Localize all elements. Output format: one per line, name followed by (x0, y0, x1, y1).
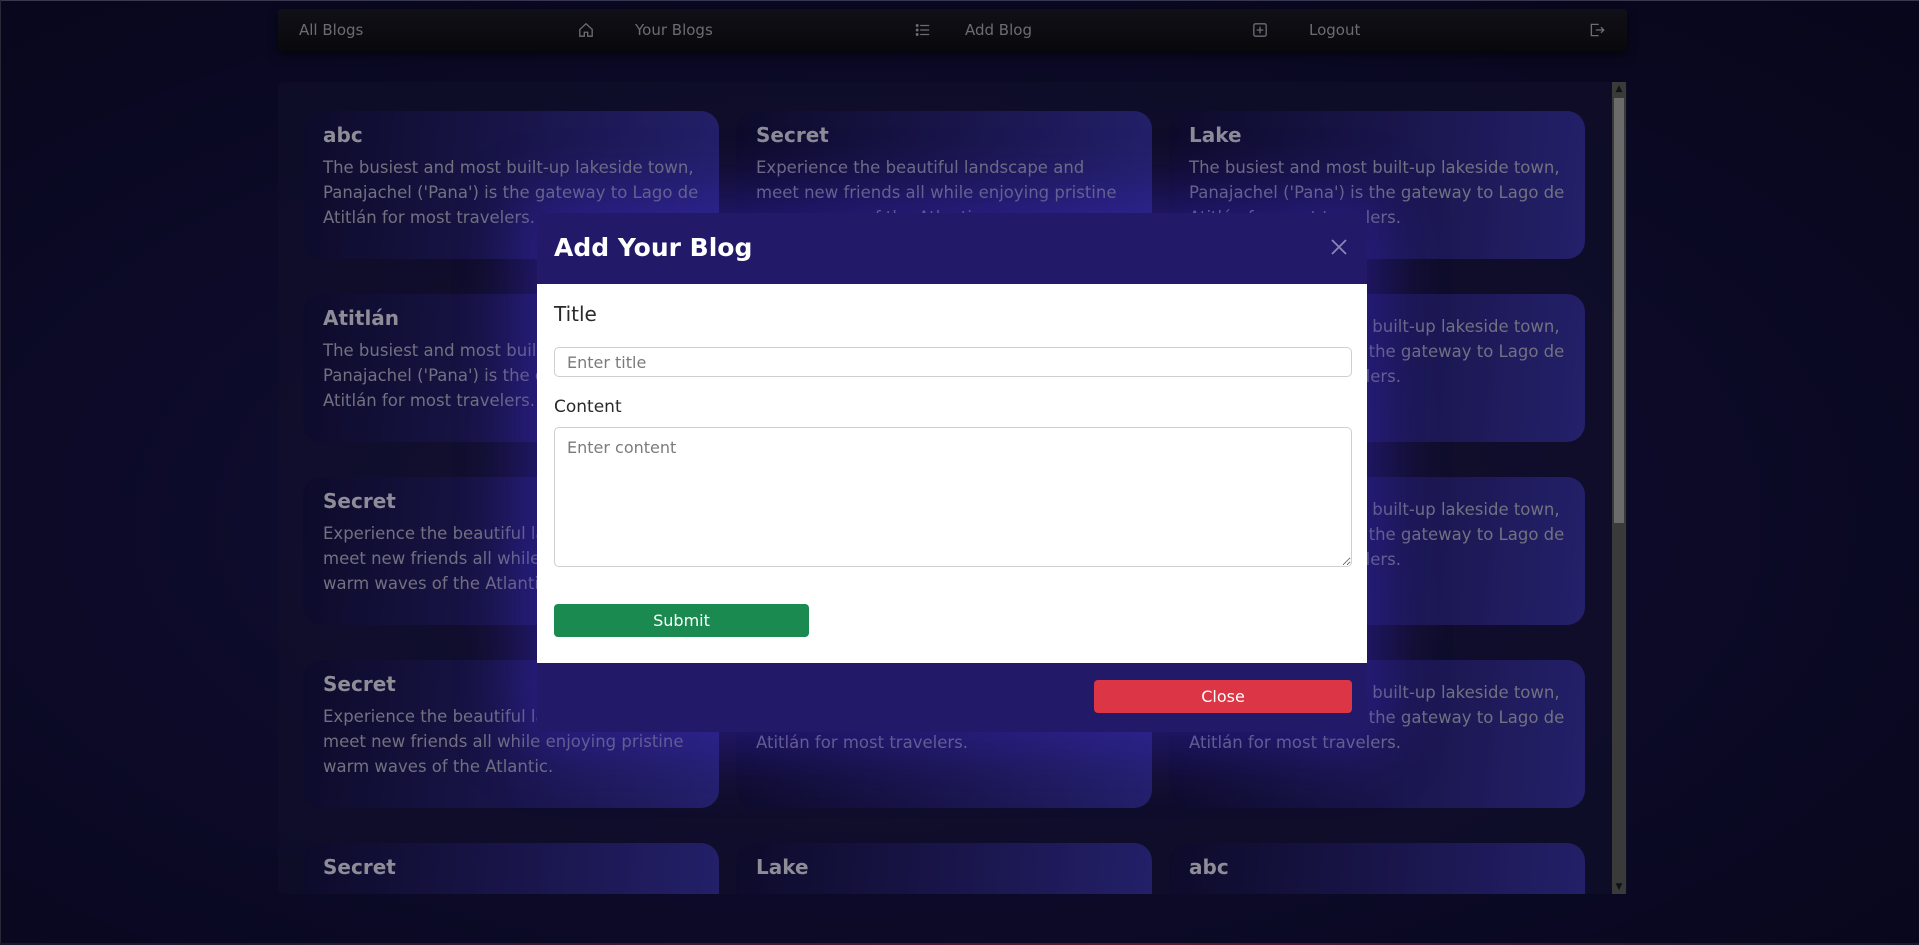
scroll-up-arrow-icon[interactable]: ▲ (1612, 82, 1626, 96)
blog-card[interactable]: Lake (736, 843, 1152, 894)
list-icon[interactable] (914, 21, 932, 39)
modal-footer: Close (537, 663, 1367, 732)
nav-all-blogs[interactable]: All Blogs (299, 9, 363, 52)
top-navbar: All Blogs Your Blogs Add Blog Logout (278, 9, 1627, 52)
blog-card-title: Lake (1189, 123, 1242, 147)
blog-card-title: Secret (323, 855, 396, 879)
home-icon[interactable] (577, 21, 595, 39)
add-blog-modal: Add Your Blog Title Content Submit Close (537, 213, 1367, 732)
content-textarea[interactable] (554, 427, 1352, 567)
modal-header: Add Your Blog (537, 213, 1367, 284)
modal-body: Title Content Submit (537, 284, 1367, 663)
scroll-down-arrow-icon[interactable]: ▼ (1612, 880, 1626, 894)
logout-icon[interactable] (1588, 21, 1606, 39)
blog-card-title: abc (323, 123, 363, 147)
blog-card-title: Lake (756, 855, 809, 879)
blog-card[interactable]: abc (1169, 843, 1585, 894)
plus-square-icon[interactable] (1251, 21, 1269, 39)
nav-add-blog[interactable]: Add Blog (965, 9, 1032, 52)
page-top-edge (0, 0, 1919, 1)
blog-card-title: Secret (756, 123, 829, 147)
close-button[interactable]: Close (1094, 680, 1352, 713)
title-label: Title (554, 302, 597, 326)
title-input[interactable] (554, 347, 1352, 377)
nav-your-blogs[interactable]: Your Blogs (635, 9, 713, 52)
submit-button[interactable]: Submit (554, 604, 809, 637)
close-icon[interactable] (1327, 235, 1351, 259)
panel-scrollbar[interactable]: ▲ ▼ (1612, 82, 1626, 894)
blog-card[interactable]: Secret (303, 843, 719, 894)
blog-card-title: abc (1189, 855, 1229, 879)
modal-title: Add Your Blog (554, 233, 753, 262)
nav-logout[interactable]: Logout (1309, 9, 1360, 52)
page-left-edge (0, 0, 1, 945)
content-label: Content (554, 397, 622, 417)
scroll-thumb[interactable] (1614, 98, 1624, 523)
